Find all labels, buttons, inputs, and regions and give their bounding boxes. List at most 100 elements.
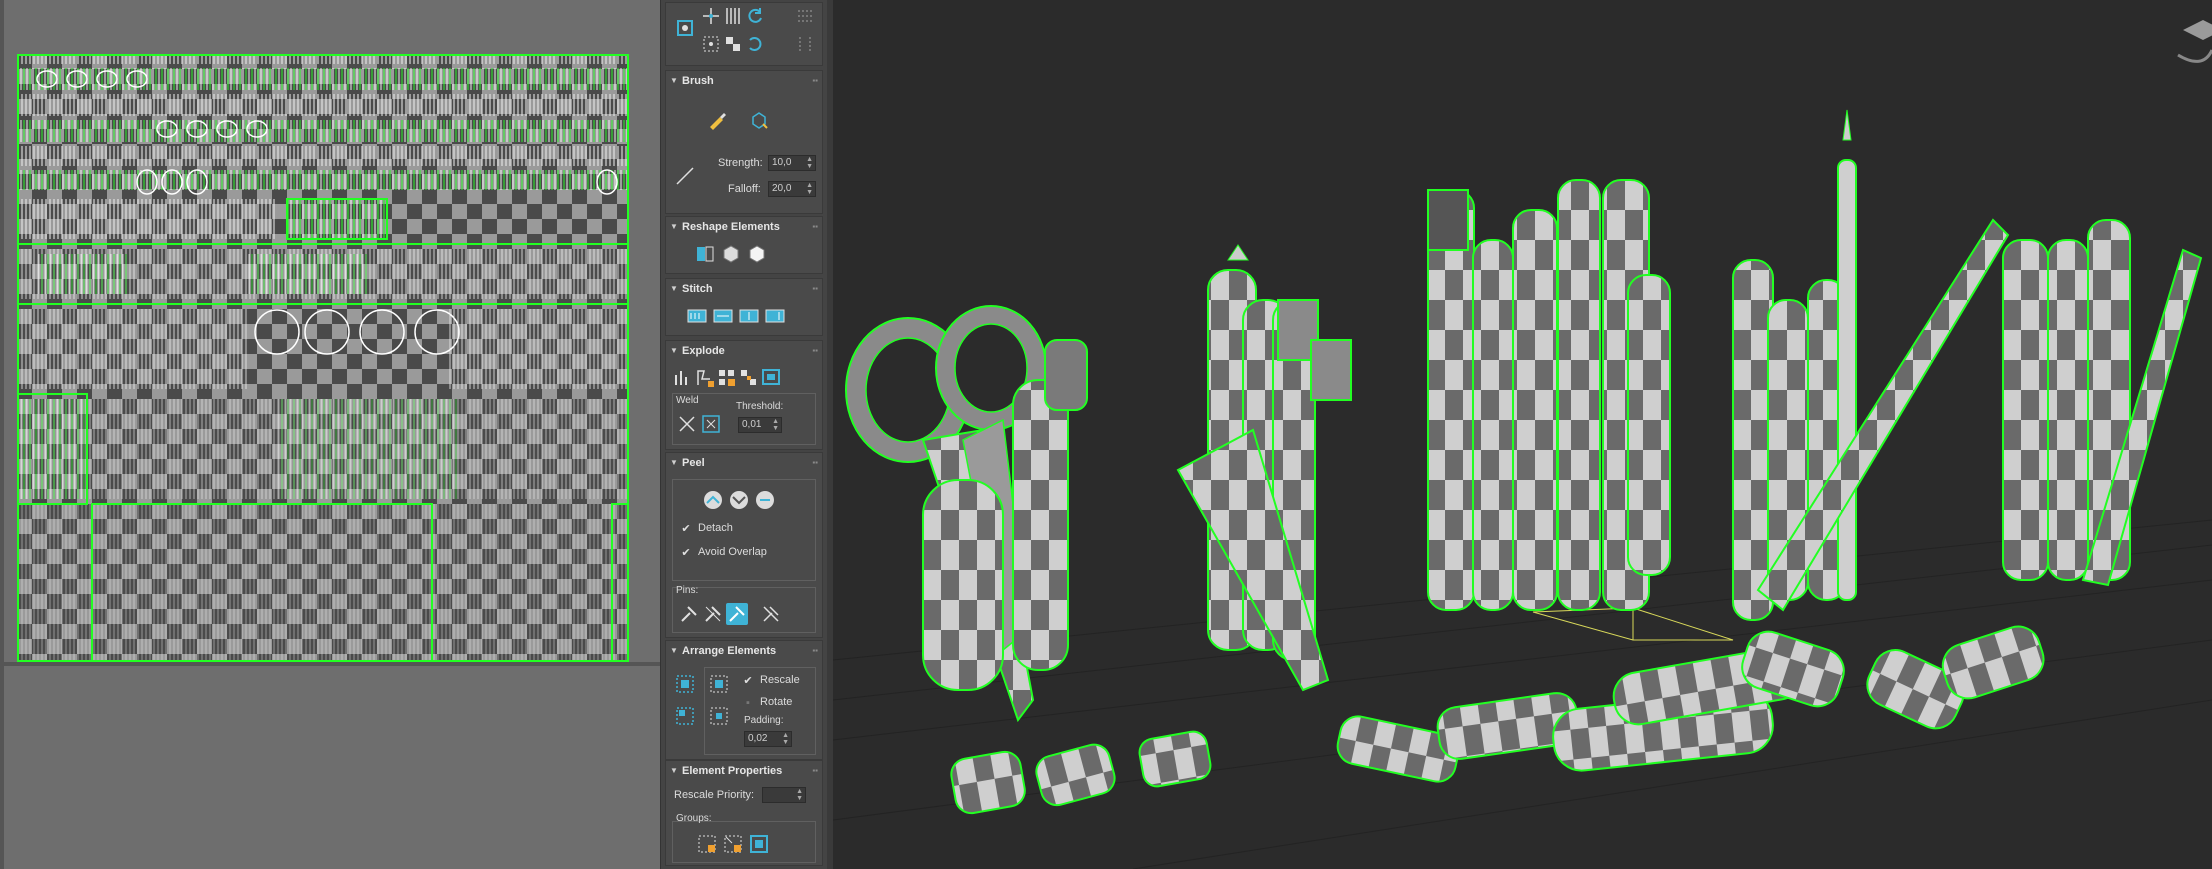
threshold-label: Threshold:: [736, 401, 784, 412]
pack-rescale-icon[interactable]: [708, 705, 730, 727]
spinner-arrows-icon: ▲ ▼: [782, 732, 789, 746]
view-cube[interactable]: [2177, 20, 2212, 63]
threshold-value: 0,01: [742, 419, 762, 430]
pen-group-4[interactable]: [1732, 109, 2010, 621]
pin-selected-icon[interactable]: [678, 603, 700, 625]
pen-group-2[interactable]: [1176, 244, 1352, 692]
unpin-selected-icon[interactable]: [702, 603, 724, 625]
rotate-cw-icon[interactable]: [744, 33, 766, 55]
snap-grid-icon[interactable]: [794, 5, 816, 27]
brush-title: Brush: [682, 75, 714, 87]
rescale-priority-spinner[interactable]: ▲ ▼: [762, 787, 806, 803]
3d-viewport[interactable]: [833, 0, 2212, 869]
rollout-drag-icon: ▪▪: [812, 646, 818, 655]
scissors-model[interactable]: [845, 305, 1088, 723]
rotate-checkbox[interactable]: ▪: [742, 697, 754, 709]
split-checker-icon[interactable]: [738, 367, 760, 389]
pack-together-icon[interactable]: [674, 705, 696, 727]
reshape-cube-icon[interactable]: [746, 243, 768, 265]
pen-group-5[interactable]: [2002, 219, 2203, 587]
strength-label: Strength:: [718, 157, 763, 169]
rescale-priority-label: Rescale Priority:: [674, 789, 755, 801]
arrange-elements-rollout: ▼ Arrange Elements ▪▪ ✔ Rescale ▪ Rotate P…: [665, 640, 823, 760]
collapse-arrow-icon: ▼: [670, 766, 678, 775]
avoid-overlap-checkbox[interactable]: ✔: [680, 547, 692, 559]
avoid-overlap-label: Avoid Overlap: [698, 546, 767, 558]
collapse-arrow-icon: ▼: [670, 76, 678, 85]
stitch-to-target-icon[interactable]: [764, 305, 786, 327]
element-properties-rollout: ▼ Element Properties ▪▪ Rescale Priority: …: [665, 760, 823, 866]
rollout-drag-icon: ▪▪: [812, 284, 818, 293]
select-pins-icon[interactable]: [760, 603, 782, 625]
auto-pin-icon[interactable]: [726, 603, 748, 625]
explode-title: Explode: [682, 345, 725, 357]
floor-items[interactable]: [949, 621, 2049, 816]
pen-group-3[interactable]: [1427, 179, 1671, 611]
checker-select-icon[interactable]: [722, 33, 744, 55]
spinner-arrows-icon: ▲ ▼: [772, 418, 779, 432]
flatten-icon[interactable]: [760, 367, 782, 389]
falloff-spinner[interactable]: 20,0 ▲ ▼: [768, 181, 816, 197]
pack-normalize-icon[interactable]: [708, 673, 730, 695]
split-by-material-icon[interactable]: [694, 367, 716, 389]
brush-stroke-icon[interactable]: [674, 165, 696, 187]
select-element-icon[interactable]: [674, 17, 696, 39]
element-properties-rollout-header[interactable]: ▼ Element Properties ▪▪: [666, 761, 824, 781]
ungroup-selected-icon[interactable]: [722, 833, 744, 855]
stitch-rollout-header[interactable]: ▼ Stitch ▪▪: [666, 279, 824, 299]
explode-rollout-header[interactable]: ▼ Explode ▪▪: [666, 341, 824, 361]
spinner-arrows-icon: ▲ ▼: [806, 182, 813, 196]
align-vertical-icon[interactable]: [722, 5, 744, 27]
peel-rollout-header[interactable]: ▼ Peel ▪▪: [666, 453, 824, 473]
weld-all-icon[interactable]: [700, 413, 722, 435]
selection-tools-rollout: [665, 2, 823, 66]
element-properties-title: Element Properties: [682, 765, 783, 777]
rollout-drag-icon: ▪▪: [812, 222, 818, 231]
rescale-label: Rescale: [760, 674, 800, 686]
arrange-title: Arrange Elements: [682, 645, 777, 657]
select-group-icon[interactable]: [748, 833, 770, 855]
falloff-value: 20,0: [772, 183, 792, 194]
collapse-arrow-icon: ▼: [670, 646, 678, 655]
spinner-arrows-icon: ▲ ▼: [796, 788, 803, 802]
weld-selected-icon[interactable]: [676, 413, 698, 435]
paint-brush-icon[interactable]: [706, 109, 728, 131]
move-vertex-icon[interactable]: [700, 5, 722, 27]
rotate-label: Rotate: [760, 696, 793, 708]
group-selected-icon[interactable]: [696, 833, 718, 855]
straighten-selection-icon[interactable]: [694, 243, 716, 265]
uv-islands-canvas: [16, 54, 630, 663]
unwrap-tool-panel: ▼ Brush ▪▪ Strength: 10,0 ▲ ▼ Falloff: 20,0 ▲…: [660, 0, 828, 869]
pelt-map-icon[interactable]: [754, 489, 776, 511]
snap-point-icon[interactable]: [794, 33, 816, 55]
split-by-polygroup-icon[interactable]: [716, 367, 738, 389]
rotate-ccw-icon[interactable]: [744, 5, 766, 27]
brush-rollout-header[interactable]: ▼ Brush ▪▪: [666, 71, 824, 91]
uv-editor-area[interactable]: [0, 0, 660, 869]
padding-spinner[interactable]: 0,02 ▲ ▼: [744, 731, 792, 747]
rescale-checkbox[interactable]: ✔: [742, 675, 754, 687]
threshold-spinner[interactable]: 0,01 ▲ ▼: [738, 417, 782, 433]
stitch-custom-icon[interactable]: [686, 305, 708, 327]
pack-custom-icon[interactable]: [674, 673, 696, 695]
detach-label: Detach: [698, 522, 733, 534]
relax-cube-icon[interactable]: [720, 243, 742, 265]
detach-checkbox[interactable]: ✔: [680, 523, 692, 535]
relax-brush-icon[interactable]: [748, 109, 770, 131]
collapse-arrow-icon: ▼: [670, 222, 678, 231]
scale-vertex-icon[interactable]: [700, 33, 722, 55]
uv-editor-bottom-border: [0, 662, 660, 666]
strength-spinner[interactable]: 10,0 ▲ ▼: [768, 155, 816, 171]
arrange-rollout-header[interactable]: ▼ Arrange Elements ▪▪: [666, 641, 824, 661]
stitch-to-source-icon[interactable]: [712, 305, 734, 327]
weld-label: Weld: [676, 395, 699, 406]
reshape-rollout-header[interactable]: ▼ Reshape Elements ▪▪: [666, 217, 824, 237]
split-by-smoothing-icon[interactable]: [672, 367, 694, 389]
uv-layout-sheet[interactable]: [16, 54, 630, 663]
quick-peel-icon[interactable]: [702, 489, 724, 511]
rollout-drag-icon: ▪▪: [812, 76, 818, 85]
peel-mode-icon[interactable]: [728, 489, 750, 511]
stitch-average-icon[interactable]: [738, 305, 760, 327]
strength-value: 10,0: [772, 157, 792, 168]
explode-rollout: ▼ Explode ▪▪ Weld Threshold: 0,01 ▲ ▼: [665, 340, 823, 450]
